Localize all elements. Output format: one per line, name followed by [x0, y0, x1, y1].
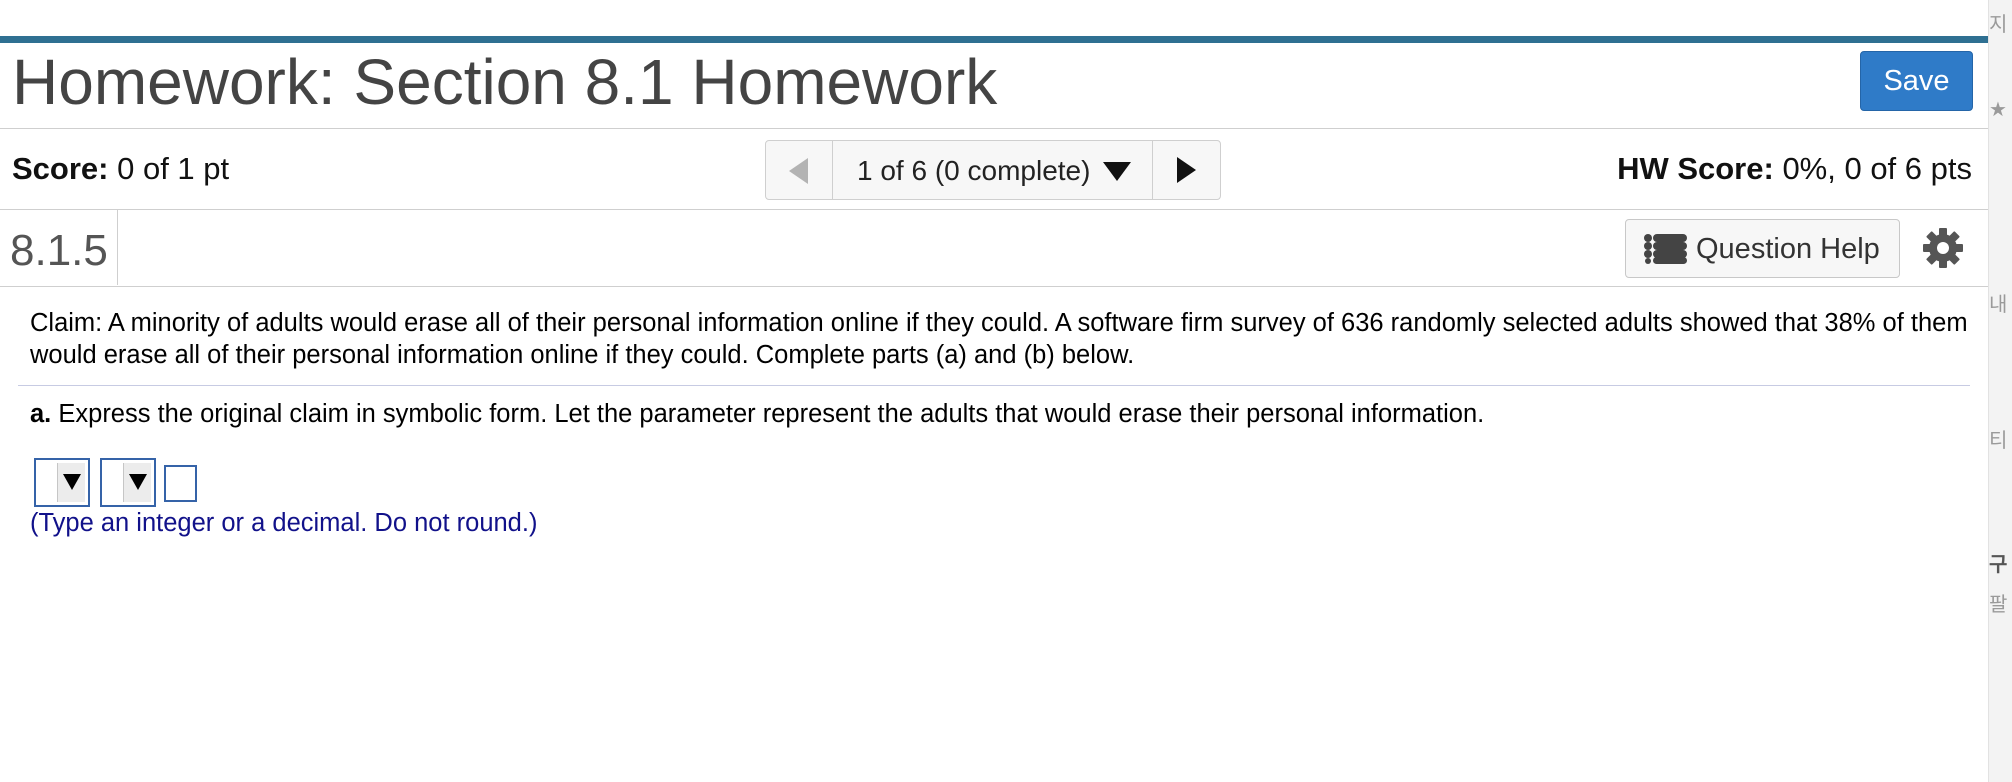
- question-select-label: 1 of 6 (0 complete): [857, 155, 1091, 186]
- side-text: 구: [1989, 552, 2008, 576]
- question-navigator: 1 of 6 (0 complete): [765, 140, 1221, 200]
- gear-icon[interactable]: [1922, 227, 1964, 269]
- caret-down-icon: [1103, 162, 1131, 181]
- part-a-label: a.: [30, 400, 52, 428]
- score: Score: 0 of 1 pt: [12, 151, 229, 187]
- hw-score: HW Score: 0%, 0 of 6 pts: [1617, 151, 1972, 187]
- side-text: ★: [1989, 97, 2007, 121]
- next-question-button[interactable]: [1153, 141, 1220, 199]
- question-header-row: 8.1.5 Question Help: [0, 210, 1988, 287]
- side-text: 내: [1989, 292, 2008, 316]
- question-help-label: Question Help: [1696, 233, 1880, 265]
- top-accent-bar: [0, 36, 1988, 43]
- separator: [18, 385, 1970, 386]
- question-select-dropdown[interactable]: 1 of 6 (0 complete): [833, 141, 1153, 199]
- previous-question-button[interactable]: [766, 141, 833, 199]
- input-hint: (Type an integer or a decimal. Do not ro…: [30, 509, 538, 537]
- right-side-panel: 지 ★ 내 티 구 팔: [1988, 0, 2012, 782]
- caret-down-icon: [129, 474, 147, 490]
- triangle-left-icon: [789, 158, 808, 184]
- side-text: 티: [1989, 428, 2008, 452]
- score-label: Score:: [12, 151, 109, 186]
- page-title: Homework: Section 8.1 Homework: [12, 46, 998, 118]
- relation-dropdown[interactable]: [100, 458, 156, 507]
- question-help-button[interactable]: Question Help: [1625, 219, 1900, 278]
- dropdown-toggle: [57, 463, 85, 502]
- divider: [117, 210, 118, 285]
- score-value: 0 of 1 pt: [117, 151, 230, 186]
- claim-text: Claim: A minority of adults would erase …: [30, 309, 1968, 369]
- hw-score-label: HW Score:: [1617, 151, 1774, 186]
- side-text: 지: [1989, 12, 2008, 36]
- hw-score-value: 0%, 0 of 6 pts: [1782, 151, 1972, 186]
- value-input[interactable]: [164, 465, 197, 502]
- side-text: 팔: [1989, 592, 2008, 616]
- triangle-right-icon: [1177, 157, 1196, 183]
- save-button[interactable]: Save: [1860, 51, 1973, 111]
- caret-down-icon: [63, 474, 81, 490]
- question-id: 8.1.5: [10, 226, 108, 275]
- score-row: Score: 0 of 1 pt 1 of 6 (0 complete) HW …: [0, 129, 1988, 210]
- part-a-instruction: a. Express the original claim in symboli…: [30, 400, 1484, 429]
- title-row: Homework: Section 8.1 Homework Save: [0, 43, 1988, 129]
- part-a-text: Express the original claim in symbolic f…: [58, 400, 1485, 428]
- list-icon: [1644, 234, 1687, 264]
- dropdown-toggle: [123, 463, 151, 502]
- parameter-dropdown[interactable]: [34, 458, 90, 507]
- homework-page: Homework: Section 8.1 Homework Save Scor…: [0, 0, 1988, 782]
